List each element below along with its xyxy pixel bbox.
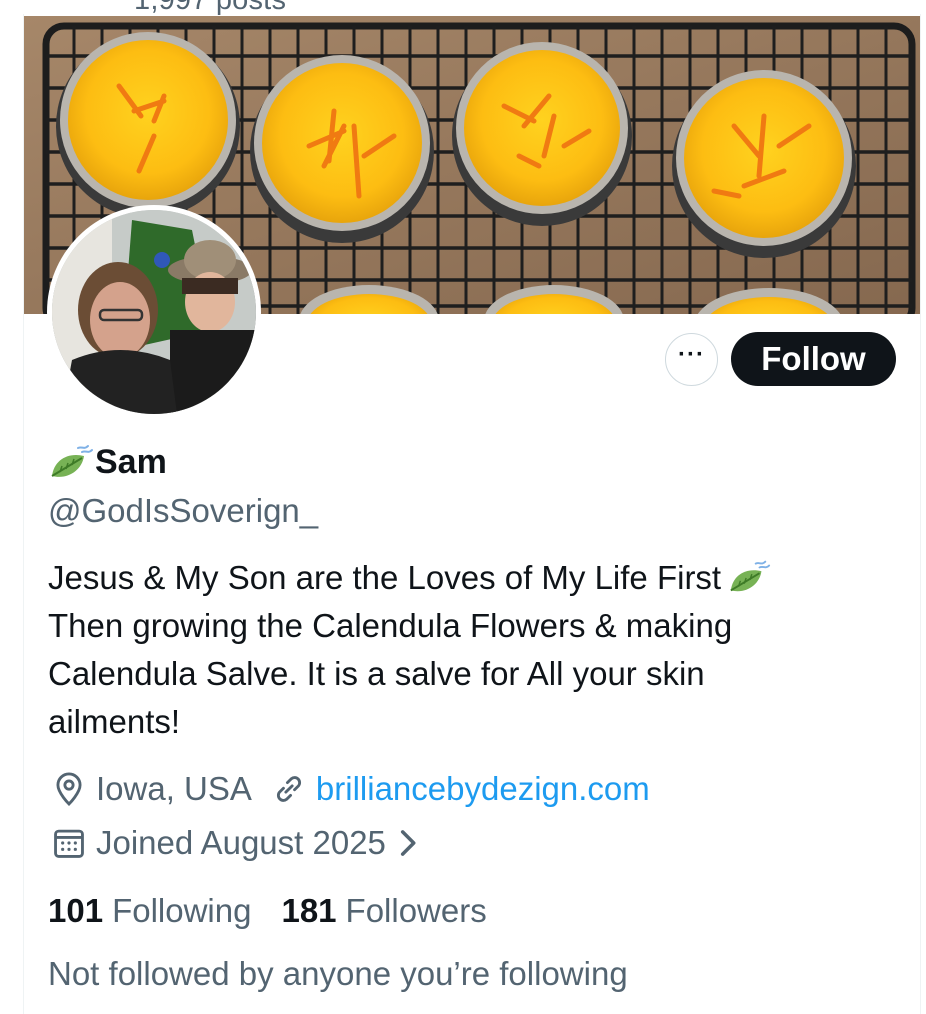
bio-line: Calendula Salve. It is a salve for All y… (48, 655, 705, 692)
leaf-fluttering-in-wind-icon (48, 442, 94, 482)
display-name-row: Sam (48, 442, 167, 482)
more-options-button[interactable]: ··· (665, 333, 718, 386)
profile-meta-row: Iowa, USA brilliancebydezign.com (50, 770, 650, 808)
following-label: Following (112, 892, 252, 929)
calendar-icon (50, 824, 88, 862)
user-handle: @GodIsSoverign_ (48, 492, 319, 529)
followers-label: Followers (345, 892, 487, 929)
leaf-fluttering-in-wind-icon (727, 557, 771, 597)
follow-stats: 101 Following 181 Followers (48, 892, 517, 930)
mutual-followers-text: Not followed by anyone you’re following (48, 955, 628, 992)
joined-row[interactable]: Joined August 2025 (50, 824, 440, 862)
profile-page: 1,997 posts ··· Follow Sam @GodIsSoverig… (0, 0, 926, 1014)
bio-line: Then growing the Calendula Flowers & mak… (48, 607, 733, 644)
location-text: Iowa, USA (96, 770, 252, 807)
bio-text: Jesus & My Son are the Loves of My Life … (48, 559, 722, 596)
joined-date-text: Joined August 2025 (96, 824, 386, 861)
bio-line: ailments! (48, 703, 181, 740)
bio: Jesus & My Son are the Loves of My Life … (48, 554, 898, 746)
followers-stat[interactable]: 181 Followers (281, 892, 486, 930)
avatar-photo (52, 210, 256, 414)
following-stat[interactable]: 101 Following (48, 892, 251, 930)
chevron-right-icon (394, 824, 432, 862)
more-dots-icon: ··· (678, 340, 705, 368)
link-icon (270, 770, 308, 808)
card-border-right (920, 14, 921, 1014)
followers-count: 181 (281, 892, 337, 929)
posts-count: 1,997 posts (134, 0, 287, 16)
bio-line: Jesus & My Son are the Loves of My Life … (48, 554, 898, 602)
website-link[interactable]: brilliancebydezign.com (316, 770, 650, 808)
location-pin-icon (50, 770, 88, 808)
following-count: 101 (48, 892, 104, 929)
follow-button[interactable]: Follow (731, 332, 896, 386)
display-name: Sam (95, 442, 167, 481)
avatar[interactable] (47, 205, 261, 419)
